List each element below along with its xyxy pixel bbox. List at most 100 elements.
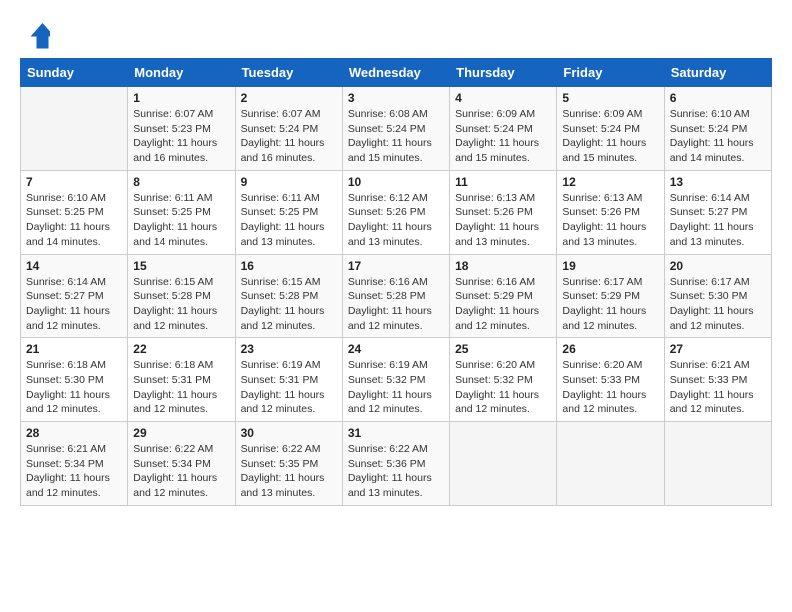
calendar-cell: 17 Sunrise: 6:16 AMSunset: 5:28 PMDayligh… xyxy=(342,254,449,338)
calendar-cell: 2 Sunrise: 6:07 AMSunset: 5:24 PMDaylight… xyxy=(235,87,342,171)
day-info: Sunrise: 6:10 AMSunset: 5:24 PMDaylight:… xyxy=(670,107,766,166)
day-info: Sunrise: 6:08 AMSunset: 5:24 PMDaylight:… xyxy=(348,107,444,166)
calendar-week-3: 14 Sunrise: 6:14 AMSunset: 5:27 PMDayligh… xyxy=(21,254,772,338)
calendar-cell: 11 Sunrise: 6:13 AMSunset: 5:26 PMDayligh… xyxy=(450,170,557,254)
day-number: 16 xyxy=(241,259,337,273)
day-info: Sunrise: 6:16 AMSunset: 5:28 PMDaylight:… xyxy=(348,275,444,334)
column-header-monday: Monday xyxy=(128,59,235,87)
calendar-cell: 12 Sunrise: 6:13 AMSunset: 5:26 PMDayligh… xyxy=(557,170,664,254)
day-number: 24 xyxy=(348,342,444,356)
day-number: 21 xyxy=(26,342,122,356)
day-number: 27 xyxy=(670,342,766,356)
day-number: 2 xyxy=(241,91,337,105)
day-info: Sunrise: 6:18 AMSunset: 5:31 PMDaylight:… xyxy=(133,358,229,417)
calendar-cell: 19 Sunrise: 6:17 AMSunset: 5:29 PMDayligh… xyxy=(557,254,664,338)
day-number: 15 xyxy=(133,259,229,273)
calendar-cell: 22 Sunrise: 6:18 AMSunset: 5:31 PMDayligh… xyxy=(128,338,235,422)
day-number: 29 xyxy=(133,426,229,440)
calendar-cell: 9 Sunrise: 6:11 AMSunset: 5:25 PMDaylight… xyxy=(235,170,342,254)
column-header-thursday: Thursday xyxy=(450,59,557,87)
day-number: 19 xyxy=(562,259,658,273)
column-header-tuesday: Tuesday xyxy=(235,59,342,87)
day-number: 1 xyxy=(133,91,229,105)
day-number: 10 xyxy=(348,175,444,189)
logo xyxy=(20,20,54,50)
day-info: Sunrise: 6:07 AMSunset: 5:23 PMDaylight:… xyxy=(133,107,229,166)
calendar-cell: 15Sunrise: 6:15 AMSunset: 5:28 PMDayligh… xyxy=(128,254,235,338)
calendar-cell: 26 Sunrise: 6:20 AMSunset: 5:33 PMDayligh… xyxy=(557,338,664,422)
page-header xyxy=(20,20,772,50)
day-info: Sunrise: 6:15 AMSunset: 5:28 PMDaylight:… xyxy=(241,275,337,334)
calendar-cell: 4Sunrise: 6:09 AMSunset: 5:24 PMDaylight… xyxy=(450,87,557,171)
calendar-cell: 5 Sunrise: 6:09 AMSunset: 5:24 PMDaylight… xyxy=(557,87,664,171)
calendar-cell: 13 Sunrise: 6:14 AMSunset: 5:27 PMDayligh… xyxy=(664,170,771,254)
calendar-header-row: SundayMondayTuesdayWednesdayThursdayFrid… xyxy=(21,59,772,87)
calendar-cell xyxy=(450,422,557,506)
day-info: Sunrise: 6:20 AMSunset: 5:33 PMDaylight:… xyxy=(562,358,658,417)
calendar-cell: 29 Sunrise: 6:22 AMSunset: 5:34 PMDayligh… xyxy=(128,422,235,506)
day-info: Sunrise: 6:10 AMSunset: 5:25 PMDaylight:… xyxy=(26,191,122,250)
day-number: 9 xyxy=(241,175,337,189)
calendar-cell: 31Sunrise: 6:22 AMSunset: 5:36 PMDayligh… xyxy=(342,422,449,506)
calendar-cell: 6Sunrise: 6:10 AMSunset: 5:24 PMDaylight… xyxy=(664,87,771,171)
day-info: Sunrise: 6:17 AMSunset: 5:29 PMDaylight:… xyxy=(562,275,658,334)
calendar-cell: 18 Sunrise: 6:16 AMSunset: 5:29 PMDayligh… xyxy=(450,254,557,338)
calendar-table: SundayMondayTuesdayWednesdayThursdayFrid… xyxy=(20,58,772,506)
day-info: Sunrise: 6:11 AMSunset: 5:25 PMDaylight:… xyxy=(133,191,229,250)
day-info: Sunrise: 6:19 AMSunset: 5:32 PMDaylight:… xyxy=(348,358,444,417)
calendar-cell: 20 Sunrise: 6:17 AMSunset: 5:30 PMDayligh… xyxy=(664,254,771,338)
day-info: Sunrise: 6:12 AMSunset: 5:26 PMDaylight:… xyxy=(348,191,444,250)
day-number: 12 xyxy=(562,175,658,189)
day-number: 8 xyxy=(133,175,229,189)
calendar-cell: 25 Sunrise: 6:20 AMSunset: 5:32 PMDayligh… xyxy=(450,338,557,422)
calendar-cell: 10 Sunrise: 6:12 AMSunset: 5:26 PMDayligh… xyxy=(342,170,449,254)
calendar-cell: 24 Sunrise: 6:19 AMSunset: 5:32 PMDayligh… xyxy=(342,338,449,422)
calendar-cell: 30 Sunrise: 6:22 AMSunset: 5:35 PMDayligh… xyxy=(235,422,342,506)
day-number: 20 xyxy=(670,259,766,273)
day-info: Sunrise: 6:14 AMSunset: 5:27 PMDaylight:… xyxy=(670,191,766,250)
day-number: 4 xyxy=(455,91,551,105)
day-info: Sunrise: 6:11 AMSunset: 5:25 PMDaylight:… xyxy=(241,191,337,250)
day-number: 25 xyxy=(455,342,551,356)
calendar-cell: 27 Sunrise: 6:21 AMSunset: 5:33 PMDayligh… xyxy=(664,338,771,422)
calendar-cell: 28Sunrise: 6:21 AMSunset: 5:34 PMDayligh… xyxy=(21,422,128,506)
calendar-week-1: 1 Sunrise: 6:07 AMSunset: 5:23 PMDaylight… xyxy=(21,87,772,171)
day-info: Sunrise: 6:21 AMSunset: 5:33 PMDaylight:… xyxy=(670,358,766,417)
calendar-cell: 23 Sunrise: 6:19 AMSunset: 5:31 PMDayligh… xyxy=(235,338,342,422)
column-header-sunday: Sunday xyxy=(21,59,128,87)
day-number: 5 xyxy=(562,91,658,105)
day-number: 14 xyxy=(26,259,122,273)
day-number: 17 xyxy=(348,259,444,273)
day-info: Sunrise: 6:13 AMSunset: 5:26 PMDaylight:… xyxy=(455,191,551,250)
day-number: 26 xyxy=(562,342,658,356)
day-info: Sunrise: 6:13 AMSunset: 5:26 PMDaylight:… xyxy=(562,191,658,250)
day-info: Sunrise: 6:17 AMSunset: 5:30 PMDaylight:… xyxy=(670,275,766,334)
calendar-cell: 7 Sunrise: 6:10 AMSunset: 5:25 PMDaylight… xyxy=(21,170,128,254)
calendar-week-4: 21 Sunrise: 6:18 AMSunset: 5:30 PMDayligh… xyxy=(21,338,772,422)
day-info: Sunrise: 6:22 AMSunset: 5:35 PMDaylight:… xyxy=(241,442,337,501)
calendar-week-2: 7 Sunrise: 6:10 AMSunset: 5:25 PMDaylight… xyxy=(21,170,772,254)
day-info: Sunrise: 6:09 AMSunset: 5:24 PMDaylight:… xyxy=(562,107,658,166)
calendar-cell xyxy=(21,87,128,171)
day-number: 23 xyxy=(241,342,337,356)
day-info: Sunrise: 6:19 AMSunset: 5:31 PMDaylight:… xyxy=(241,358,337,417)
day-number: 7 xyxy=(26,175,122,189)
day-info: Sunrise: 6:22 AMSunset: 5:34 PMDaylight:… xyxy=(133,442,229,501)
day-number: 18 xyxy=(455,259,551,273)
day-info: Sunrise: 6:07 AMSunset: 5:24 PMDaylight:… xyxy=(241,107,337,166)
column-header-wednesday: Wednesday xyxy=(342,59,449,87)
calendar-cell xyxy=(664,422,771,506)
calendar-cell: 1 Sunrise: 6:07 AMSunset: 5:23 PMDaylight… xyxy=(128,87,235,171)
column-header-saturday: Saturday xyxy=(664,59,771,87)
logo-icon xyxy=(20,20,50,50)
day-number: 22 xyxy=(133,342,229,356)
calendar-cell xyxy=(557,422,664,506)
column-header-friday: Friday xyxy=(557,59,664,87)
day-info: Sunrise: 6:20 AMSunset: 5:32 PMDaylight:… xyxy=(455,358,551,417)
day-number: 11 xyxy=(455,175,551,189)
day-info: Sunrise: 6:14 AMSunset: 5:27 PMDaylight:… xyxy=(26,275,122,334)
day-number: 13 xyxy=(670,175,766,189)
day-info: Sunrise: 6:16 AMSunset: 5:29 PMDaylight:… xyxy=(455,275,551,334)
day-number: 30 xyxy=(241,426,337,440)
day-info: Sunrise: 6:18 AMSunset: 5:30 PMDaylight:… xyxy=(26,358,122,417)
